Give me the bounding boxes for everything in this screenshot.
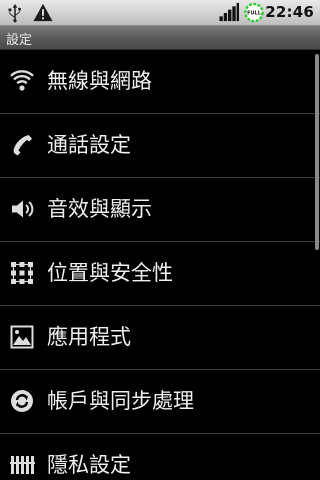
settings-item-applications[interactable]: 應用程式 xyxy=(0,306,320,370)
wifi-icon xyxy=(10,70,34,91)
settings-screen: FULL 22:46 設定 無線與網路 通話設定 音效與顯示 位置與安全性 應用… xyxy=(0,0,320,480)
settings-item-label: 音效與顯示 xyxy=(47,197,152,221)
settings-list[interactable]: 無線與網路 通話設定 音效與顯示 位置與安全性 應用程式 帳戶與同步處理 隱私設… xyxy=(0,50,320,480)
scrollbar[interactable] xyxy=(315,54,319,250)
warning-icon xyxy=(33,3,53,22)
settings-item-wireless-networks[interactable]: 無線與網路 xyxy=(0,50,320,114)
settings-item-sound-display[interactable]: 音效與顯示 xyxy=(0,178,320,242)
settings-item-privacy[interactable]: 隱私設定 xyxy=(0,434,320,480)
battery-full-icon: FULL xyxy=(244,2,264,23)
phone-icon xyxy=(13,135,32,156)
settings-item-call-settings[interactable]: 通話設定 xyxy=(0,114,320,178)
settings-item-label: 位置與安全性 xyxy=(47,261,173,285)
settings-item-label: 隱私設定 xyxy=(47,453,131,477)
status-clock: 22:46 xyxy=(265,3,314,21)
settings-item-label: 無線與網路 xyxy=(47,69,152,93)
settings-item-accounts-sync[interactable]: 帳戶與同步處理 xyxy=(0,370,320,434)
title-bar: 設定 xyxy=(0,26,320,50)
page-title: 設定 xyxy=(6,33,33,48)
settings-item-location-security[interactable]: 位置與安全性 xyxy=(0,242,320,306)
settings-item-label: 帳戶與同步處理 xyxy=(47,389,194,413)
settings-item-label: 應用程式 xyxy=(47,325,131,349)
signal-icon xyxy=(219,2,240,22)
sync-icon xyxy=(11,390,33,412)
battery-label: FULL xyxy=(247,11,262,17)
applications-icon xyxy=(10,325,34,349)
status-bar: FULL 22:46 xyxy=(0,0,320,26)
location-grid-icon xyxy=(11,262,33,284)
usb-icon xyxy=(8,3,21,23)
settings-item-label: 通話設定 xyxy=(47,133,131,157)
speaker-icon xyxy=(12,200,34,218)
privacy-icon xyxy=(10,456,35,474)
